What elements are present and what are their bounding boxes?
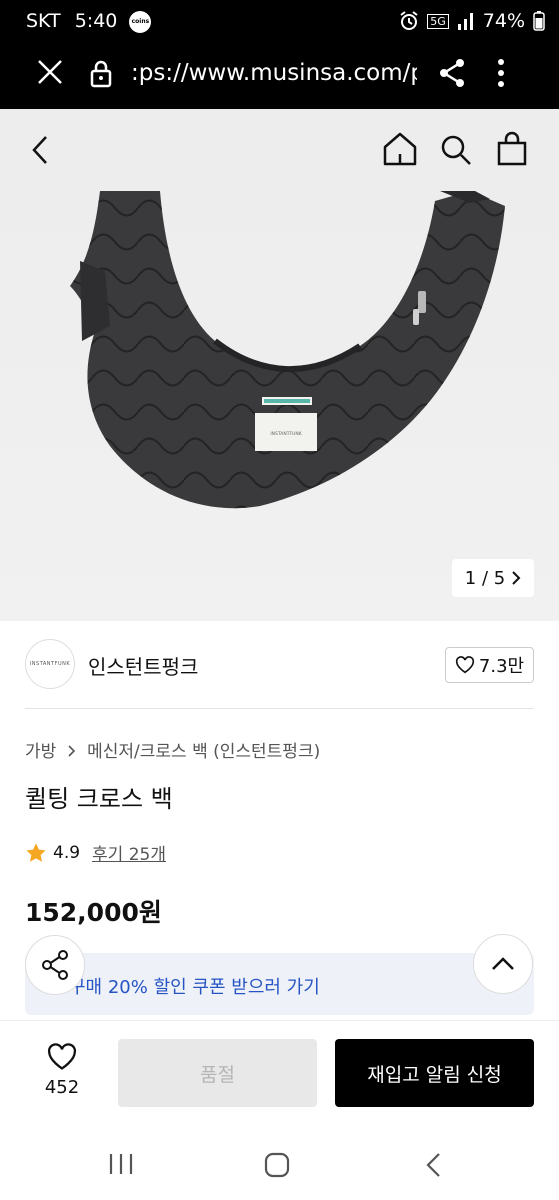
system-nav-bar: [0, 1124, 559, 1200]
status-bar: SKT 5:40 coins 5G 74%: [0, 0, 559, 44]
chevron-right-icon: [512, 571, 521, 585]
battery-icon: [533, 11, 545, 31]
product-like-button[interactable]: 452: [36, 1043, 88, 1098]
status-left: SKT 5:40 coins: [26, 10, 152, 33]
product-like-count: 452: [44, 1077, 80, 1098]
scroll-to-top-button[interactable]: [473, 934, 533, 994]
coupon-text: 구매 20% 할인 쿠폰 받으러 가기: [69, 977, 320, 998]
recent-apps-icon[interactable]: [108, 1152, 134, 1176]
clock: 5:40: [74, 10, 118, 32]
rating-row[interactable]: 4.9 후기 25개: [25, 840, 166, 865]
product-image-gallery[interactable]: INSTANTFUNK 1 / 5: [0, 191, 559, 621]
brand-logo[interactable]: INSTANTFUNK: [25, 639, 75, 689]
url-field[interactable]: :ps://www.musinsa.com/p: [131, 60, 417, 86]
alarm-icon: [400, 11, 418, 30]
brand-row[interactable]: INSTANTFUNK 인스턴트펑크 7.3만: [0, 621, 559, 709]
rating-score: 4.9: [53, 842, 81, 863]
image-counter-text: 1 / 5: [464, 567, 506, 589]
system-back-icon[interactable]: [424, 1152, 444, 1178]
brand-like-count: 7.3만: [478, 656, 525, 677]
breadcrumb-subcategory[interactable]: 메신저/크로스 백 (인스턴트펑크): [87, 742, 320, 762]
home-icon[interactable]: [382, 131, 418, 167]
product-title: 퀼팅 크로스 백: [25, 785, 173, 813]
image-counter[interactable]: 1 / 5: [452, 559, 534, 597]
close-icon[interactable]: [36, 58, 64, 86]
brand-name[interactable]: 인스턴트펑크: [88, 651, 198, 680]
heart-outline-icon: [47, 1043, 77, 1070]
cart-bag-icon[interactable]: [496, 131, 528, 167]
breadcrumb: 가방 메신저/크로스 백 (인스턴트펑크): [25, 737, 320, 762]
product-price: 152,000원: [25, 898, 162, 927]
restock-notify-button[interactable]: 재입고 알림 신청: [335, 1039, 534, 1107]
breadcrumb-category[interactable]: 가방: [25, 742, 56, 762]
network-icon: 5G: [427, 13, 449, 29]
more-options-icon[interactable]: [497, 58, 505, 88]
product-header: [0, 109, 559, 191]
bottom-action-bar: 452 품절 재입고 알림 신청: [0, 1020, 559, 1124]
divider: [25, 708, 534, 709]
share-icon[interactable]: [438, 58, 466, 88]
search-icon[interactable]: [439, 133, 473, 167]
coins-app-icon: coins: [129, 10, 152, 33]
brand-like-button[interactable]: 7.3만: [445, 647, 534, 683]
share-icon: [42, 950, 68, 980]
lock-icon[interactable]: [90, 60, 112, 88]
back-icon[interactable]: [30, 135, 50, 165]
chevron-up-icon: [492, 957, 514, 970]
carrier: SKT: [26, 10, 61, 32]
chevron-right-icon: [68, 745, 75, 757]
heart-outline-icon: [455, 656, 474, 674]
bag-tag-label: INSTANTFUNK: [270, 431, 302, 437]
quilted-bag-image: INSTANTFUNK: [70, 191, 505, 509]
reviews-link[interactable]: 후기 25개: [92, 840, 166, 865]
status-right: 5G 74%: [399, 10, 545, 32]
home-button-icon[interactable]: [264, 1152, 290, 1178]
browser-toolbar: :ps://www.musinsa.com/p: [0, 44, 559, 109]
soldout-button: 품절: [118, 1039, 317, 1107]
battery-text: 74%: [482, 10, 525, 32]
coupon-banner[interactable]: 구매 20% 할인 쿠폰 받으러 가기: [25, 953, 534, 1015]
share-button[interactable]: [25, 935, 85, 995]
signal-icon: [457, 13, 473, 30]
star-icon: [26, 842, 46, 862]
